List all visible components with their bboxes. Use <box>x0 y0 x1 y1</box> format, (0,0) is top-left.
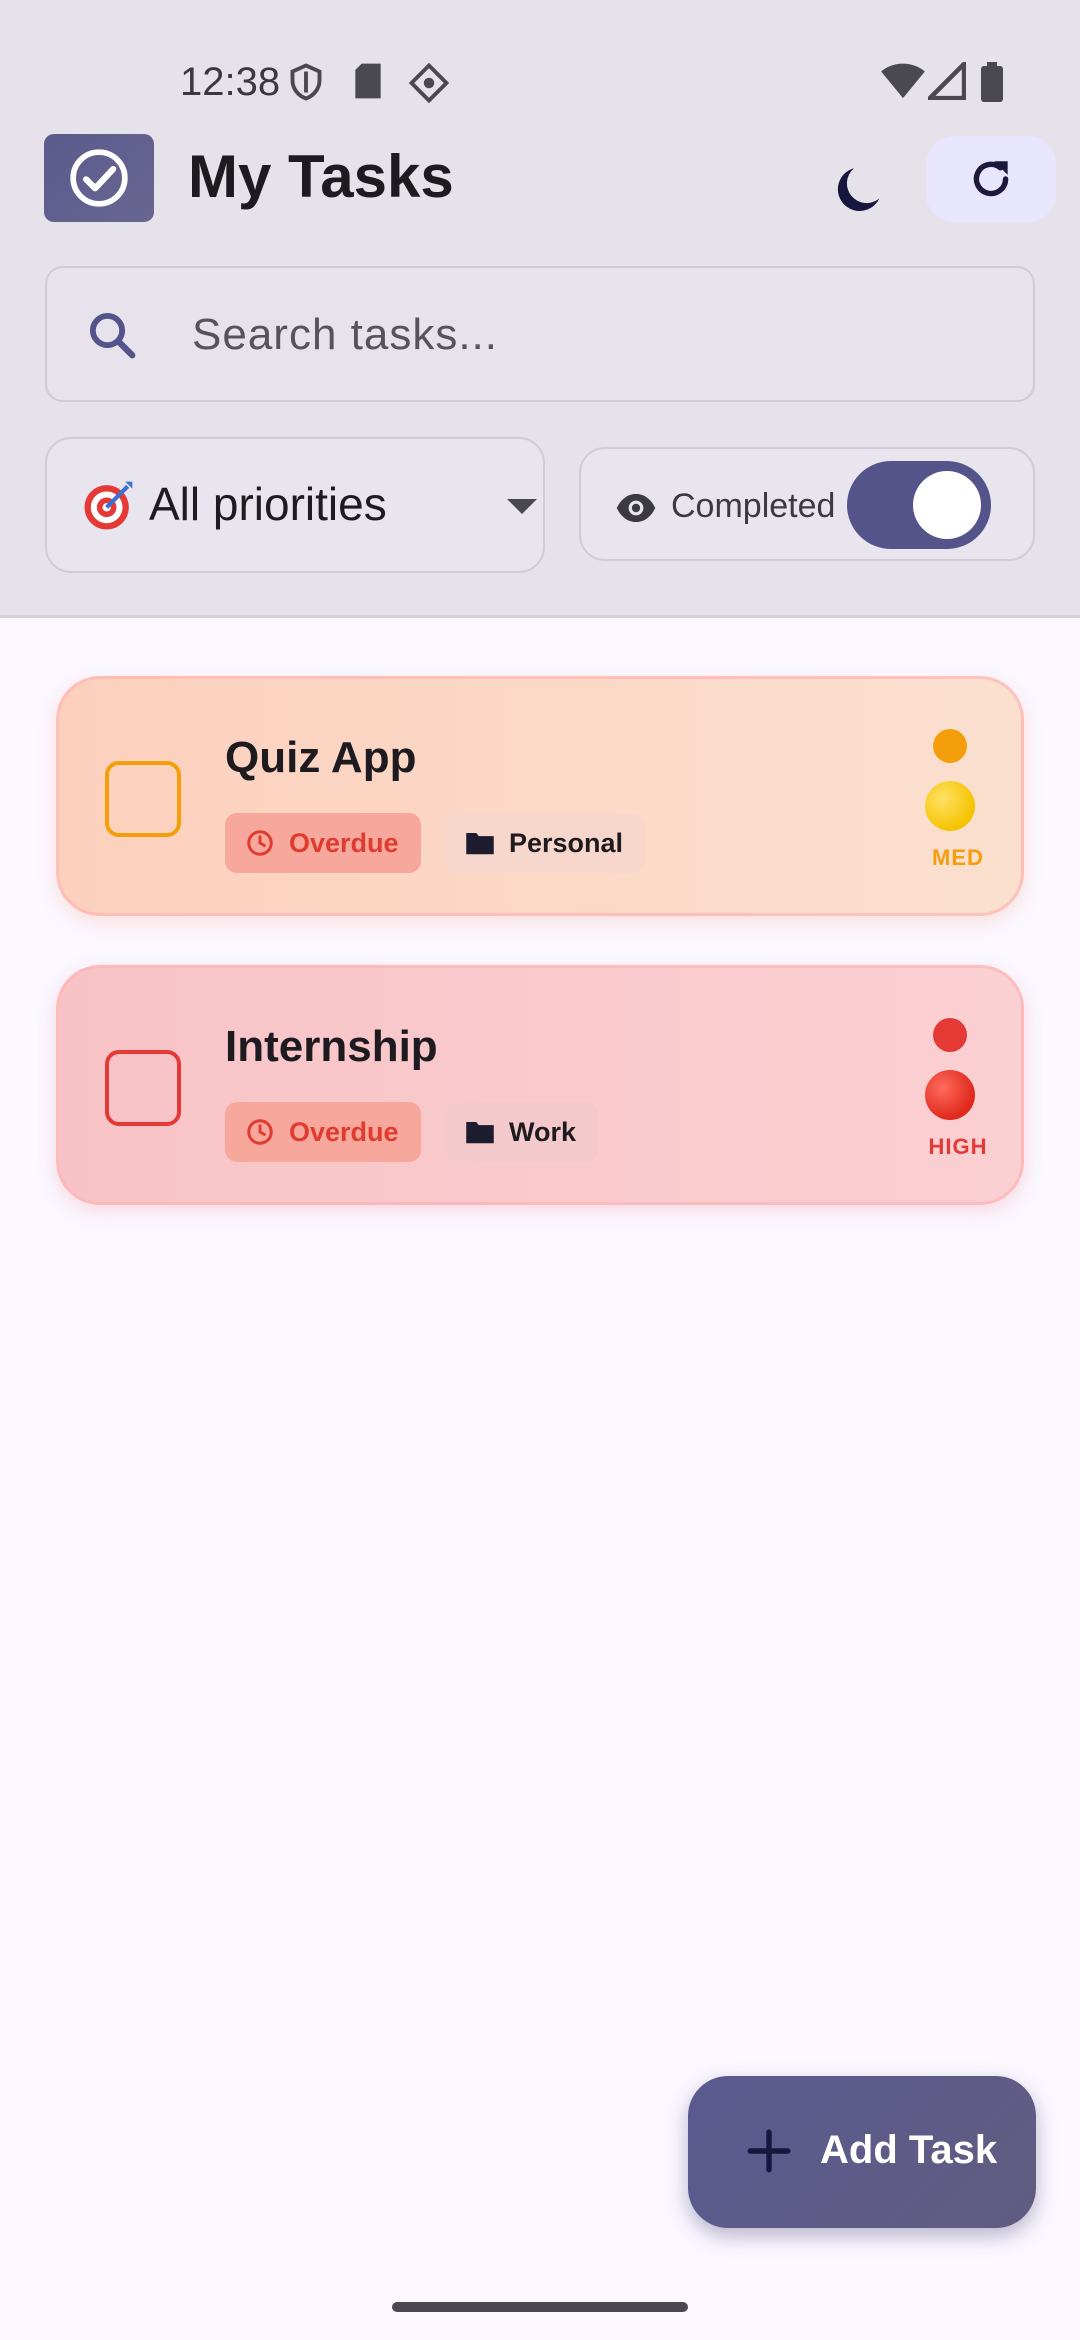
add-task-label: Add Task <box>820 2128 998 2172</box>
task-checkbox[interactable] <box>105 761 181 837</box>
status-time: 12:38 <box>180 60 281 104</box>
dark-mode-button[interactable] <box>820 150 900 230</box>
overdue-chip: Overdue <box>225 813 421 873</box>
clock-icon <box>247 830 273 856</box>
cell-signal-icon <box>924 58 967 105</box>
refresh-button[interactable] <box>926 136 1056 222</box>
home-indicator[interactable] <box>392 2302 688 2312</box>
folder-icon <box>466 833 494 855</box>
refresh-icon <box>973 161 1009 197</box>
completed-label: Completed <box>671 487 836 525</box>
completed-filter: Completed <box>579 447 1035 561</box>
wifi-icon <box>880 62 926 105</box>
vpn-key-icon <box>408 62 450 109</box>
search-icon <box>85 308 139 367</box>
yellow-circle-icon <box>925 781 975 831</box>
page-title: My Tasks <box>188 143 454 210</box>
priority-label: MED <box>932 845 984 870</box>
status-bar: 12:38 <box>0 0 1080 120</box>
toggle-knob <box>913 471 981 539</box>
overdue-label: Overdue <box>289 1116 399 1147</box>
moon-icon <box>837 168 880 211</box>
top-app-section: 12:38 My Tasks Search tasks... All prior… <box>0 0 1080 618</box>
clock-icon <box>247 1119 273 1145</box>
task-title: Internship <box>225 1022 438 1071</box>
folder-icon <box>466 1122 494 1144</box>
search-placeholder: Search tasks... <box>192 310 499 359</box>
category-label: Work <box>509 1116 577 1147</box>
app-logo <box>44 134 154 222</box>
sd-card-icon <box>352 62 384 105</box>
check-circle-icon <box>70 149 128 207</box>
task-card[interactable]: Internship Overdue Work HIGH <box>56 965 1024 1205</box>
overdue-chip: Overdue <box>225 1102 421 1162</box>
category-chip: Work <box>445 1102 599 1162</box>
add-task-button[interactable]: Add Task <box>688 2076 1036 2228</box>
priority-dot <box>933 729 967 763</box>
priority-label: HIGH <box>928 1134 988 1159</box>
task-title: Quiz App <box>225 733 417 782</box>
category-chip: Personal <box>445 813 646 873</box>
eye-icon <box>615 487 657 534</box>
plus-icon <box>744 2126 794 2181</box>
battery-icon <box>980 62 1004 107</box>
red-circle-icon <box>925 1070 975 1120</box>
priority-filter-label: All priorities <box>149 478 387 530</box>
shield-icon <box>288 62 324 107</box>
task-card[interactable]: Quiz App Overdue Personal MED <box>56 676 1024 916</box>
priority-dot <box>933 1018 967 1052</box>
completed-toggle[interactable] <box>847 461 991 549</box>
chevron-down-icon <box>507 499 537 514</box>
task-checkbox[interactable] <box>105 1050 181 1126</box>
overdue-label: Overdue <box>289 827 399 858</box>
category-label: Personal <box>509 827 624 858</box>
target-icon <box>81 477 137 538</box>
search-field[interactable]: Search tasks... <box>45 266 1035 402</box>
priority-filter-dropdown[interactable]: All priorities <box>45 437 545 573</box>
